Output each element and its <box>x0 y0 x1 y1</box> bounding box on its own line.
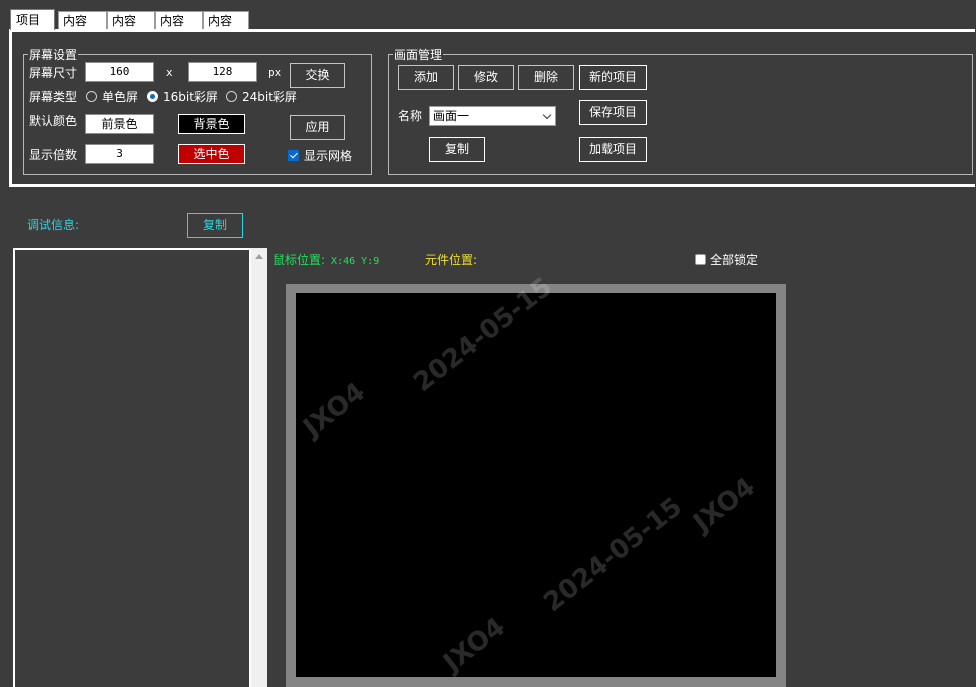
canvas-frame <box>286 284 786 687</box>
screen-height-input[interactable]: 128 <box>188 62 257 82</box>
tab-content-2[interactable]: 内容 <box>107 11 155 30</box>
element-position: 元件位置: <box>425 251 477 268</box>
type-24bit-label: 24bit彩屏 <box>242 90 297 104</box>
screen-type-label: 屏幕类型 <box>29 90 78 104</box>
screen-name-value: 画面一 <box>433 109 470 123</box>
default-color-label: 默认颜色 <box>29 114 78 128</box>
tab-content-3[interactable]: 内容 <box>155 11 203 30</box>
lock-all-checkbox[interactable] <box>695 254 706 265</box>
unit-label: px <box>268 66 282 79</box>
project-panel: 屏幕设置 屏幕尺寸 160 x 128 px 交换 屏幕类型 单色屏 16bit… <box>9 29 975 187</box>
screen-size-label: 屏幕尺寸 <box>29 66 78 80</box>
debug-scrollbar[interactable] <box>251 248 267 687</box>
scale-input[interactable]: 3 <box>85 144 154 164</box>
element-position-label: 元件位置: <box>425 253 478 267</box>
background-color-button[interactable]: 背景色 <box>178 114 245 134</box>
selected-color-button[interactable]: 选中色 <box>178 144 245 164</box>
apply-button[interactable]: 应用 <box>290 115 345 140</box>
type-16bit-radio[interactable] <box>147 91 158 102</box>
mouse-position: 鼠标位置: X:46 Y:9 <box>273 251 379 268</box>
mouse-position-label: 鼠标位置: <box>273 253 326 267</box>
screen-name-label: 名称 <box>398 109 423 123</box>
tab-content-1[interactable]: 内容 <box>58 11 107 30</box>
lock-all-label: 全部锁定 <box>710 253 759 267</box>
screen-settings-legend: 屏幕设置 <box>29 48 78 62</box>
scroll-up-icon[interactable] <box>255 254 263 259</box>
screen-canvas[interactable] <box>296 293 776 677</box>
add-screen-button[interactable]: 添加 <box>398 65 454 90</box>
mouse-position-value: X:46 Y:9 <box>331 256 380 267</box>
screen-name-select[interactable]: 画面一 <box>429 106 556 126</box>
tab-label: 内容 <box>208 14 233 28</box>
copy-screen-button[interactable]: 复制 <box>429 137 485 162</box>
swap-button[interactable]: 交换 <box>290 63 345 88</box>
screen-width-input[interactable]: 160 <box>85 62 154 82</box>
times-label: x <box>166 66 173 79</box>
debug-log-box[interactable] <box>13 248 251 687</box>
type-mono-label: 单色屏 <box>102 90 139 104</box>
type-16bit-label: 16bit彩屏 <box>163 90 218 104</box>
tab-label: 项目 <box>16 13 41 27</box>
chevron-down-icon <box>542 110 552 120</box>
copy-debug-button[interactable]: 复制 <box>187 213 243 238</box>
tab-label: 内容 <box>160 14 185 28</box>
load-project-button[interactable]: 加载项目 <box>579 137 647 162</box>
new-project-button[interactable]: 新的项目 <box>579 65 647 90</box>
lock-all[interactable]: 全部锁定 <box>695 251 758 268</box>
show-grid-checkbox[interactable] <box>288 150 299 161</box>
type-mono-radio[interactable] <box>86 91 97 102</box>
delete-screen-button[interactable]: 删除 <box>518 65 574 90</box>
tab-project[interactable]: 项目 <box>10 9 55 30</box>
save-project-button[interactable]: 保存项目 <box>579 100 647 125</box>
debug-info-label: 调试信息: <box>27 218 80 232</box>
tab-label: 内容 <box>112 14 137 28</box>
foreground-color-button[interactable]: 前景色 <box>85 114 154 134</box>
tab-label: 内容 <box>63 14 88 28</box>
show-grid-label: 显示网格 <box>304 149 353 163</box>
scale-label: 显示倍数 <box>29 148 78 162</box>
tab-content-4[interactable]: 内容 <box>203 11 249 30</box>
screen-manage-legend: 画面管理 <box>394 48 443 62</box>
edit-screen-button[interactable]: 修改 <box>458 65 514 90</box>
type-24bit-radio[interactable] <box>226 91 237 102</box>
